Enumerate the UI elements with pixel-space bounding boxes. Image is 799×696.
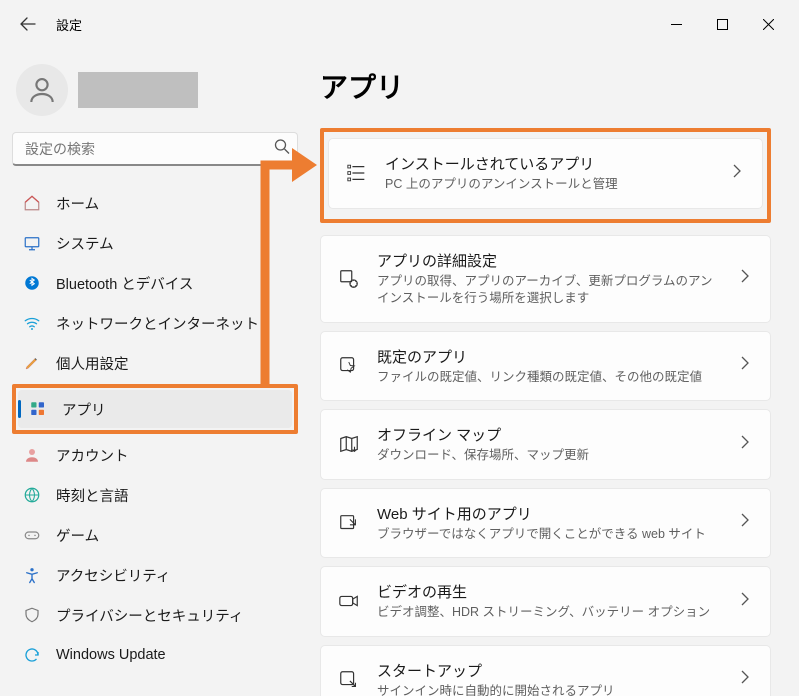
card-title: 既定のアプリ xyxy=(377,346,724,367)
list-icon xyxy=(345,161,369,185)
sidebar-item-label: ゲーム xyxy=(56,525,99,546)
sidebar-item-accessibility[interactable]: アクセシビリティ xyxy=(12,556,298,594)
paint-icon xyxy=(22,353,42,373)
search-input[interactable] xyxy=(12,132,298,166)
website-apps-icon xyxy=(337,511,361,535)
card-desc: サインイン時に自動的に開始されるアプリ xyxy=(377,683,724,696)
close-button[interactable] xyxy=(745,8,791,40)
sidebar-item-label: プライバシーとセキュリティ xyxy=(56,605,243,626)
card-apps-for-websites[interactable]: Web サイト用のアプリ ブラウザーではなくアプリで開くことができる web サ… xyxy=(320,488,771,559)
account-icon xyxy=(22,445,42,465)
sidebar-item-label: Bluetooth とデバイス xyxy=(56,273,193,294)
card-title: ビデオの再生 xyxy=(377,581,724,602)
card-title: スタートアップ xyxy=(377,660,724,681)
system-icon xyxy=(22,233,42,253)
window-title: 設定 xyxy=(56,15,82,34)
card-title: Web サイト用のアプリ xyxy=(377,503,724,524)
card-title: オフライン マップ xyxy=(377,424,724,445)
sidebar-item-label: アクセシビリティ xyxy=(56,565,170,586)
sidebar-item-label: 時刻と言語 xyxy=(56,485,129,506)
sidebar-item-apps[interactable]: アプリ xyxy=(18,390,292,428)
card-desc: ダウンロード、保存場所、マップ更新 xyxy=(377,447,724,465)
sidebar-item-label: ネットワークとインターネット xyxy=(56,313,259,334)
sidebar-item-accounts[interactable]: アカウント xyxy=(12,436,298,474)
titlebar: 設定 xyxy=(0,0,799,48)
window-controls xyxy=(653,8,791,40)
search-icon xyxy=(274,139,290,160)
chevron-right-icon xyxy=(740,269,754,288)
sidebar-item-gaming[interactable]: ゲーム xyxy=(12,516,298,554)
main-content: アプリ インストールされているアプリ PC 上のアプリのアンインストールと管理 … xyxy=(310,48,799,696)
sidebar-item-label: アプリ xyxy=(62,399,106,420)
video-icon xyxy=(337,589,361,613)
bluetooth-icon xyxy=(22,273,42,293)
card-advanced-app-settings[interactable]: アプリの詳細設定 アプリの取得、アプリのアーカイブ、更新プログラムのアンインスト… xyxy=(320,235,771,323)
sidebar-item-system[interactable]: システム xyxy=(12,224,298,262)
accessibility-icon xyxy=(22,565,42,585)
minimize-button[interactable] xyxy=(653,8,699,40)
chevron-right-icon xyxy=(740,356,754,375)
avatar xyxy=(16,64,68,116)
update-icon xyxy=(22,645,42,665)
nav-list: ホーム システム Bluetooth とデバイス ネットワークとインターネット … xyxy=(12,184,298,674)
map-icon xyxy=(337,432,361,456)
card-desc: ビデオ調整、HDR ストリーミング、バッテリー オプション xyxy=(377,604,724,622)
sidebar-item-label: Windows Update xyxy=(56,647,166,663)
chevron-right-icon xyxy=(740,435,754,454)
apps-icon xyxy=(28,399,48,419)
card-desc: PC 上のアプリのアンインストールと管理 xyxy=(385,176,716,194)
sidebar-item-home[interactable]: ホーム xyxy=(12,184,298,222)
user-block[interactable] xyxy=(12,56,298,132)
person-icon xyxy=(26,74,58,106)
sidebar-item-time-language[interactable]: 時刻と言語 xyxy=(12,476,298,514)
gamepad-icon xyxy=(22,525,42,545)
sidebar-item-label: アカウント xyxy=(56,445,129,466)
arrow-left-icon xyxy=(20,16,36,32)
card-video-playback[interactable]: ビデオの再生 ビデオ調整、HDR ストリーミング、バッテリー オプション xyxy=(320,566,771,637)
close-icon xyxy=(763,19,774,30)
card-default-apps[interactable]: 既定のアプリ ファイルの既定値、リンク種類の既定値、その他の既定値 xyxy=(320,331,771,402)
card-offline-maps[interactable]: オフライン マップ ダウンロード、保存場所、マップ更新 xyxy=(320,409,771,480)
startup-icon xyxy=(337,668,361,692)
globe-icon xyxy=(22,485,42,505)
chevron-right-icon xyxy=(732,164,746,183)
sidebar-item-label: 個人用設定 xyxy=(56,353,129,374)
minimize-icon xyxy=(671,19,682,30)
maximize-icon xyxy=(717,19,728,30)
user-name-redacted xyxy=(78,72,198,108)
sidebar-item-label: ホーム xyxy=(56,193,99,214)
sidebar-item-privacy[interactable]: プライバシーとセキュリティ xyxy=(12,596,298,634)
default-apps-icon xyxy=(337,354,361,378)
card-title: インストールされているアプリ xyxy=(385,153,716,174)
card-installed-apps[interactable]: インストールされているアプリ PC 上のアプリのアンインストールと管理 xyxy=(328,138,763,209)
highlight-sidebar-apps: アプリ xyxy=(12,384,298,434)
sidebar: ホーム システム Bluetooth とデバイス ネットワークとインターネット … xyxy=(0,48,310,696)
chevron-right-icon xyxy=(740,513,754,532)
settings-apps-icon xyxy=(337,267,361,291)
sidebar-item-bluetooth[interactable]: Bluetooth とデバイス xyxy=(12,264,298,302)
chevron-right-icon xyxy=(740,670,754,689)
home-icon xyxy=(22,193,42,213)
highlight-installed-apps: インストールされているアプリ PC 上のアプリのアンインストールと管理 xyxy=(320,128,771,223)
sidebar-item-network[interactable]: ネットワークとインターネット xyxy=(12,304,298,342)
sidebar-item-windows-update[interactable]: Windows Update xyxy=(12,636,298,674)
search-box[interactable] xyxy=(12,132,298,166)
chevron-right-icon xyxy=(740,592,754,611)
back-button[interactable] xyxy=(8,4,48,44)
card-title: アプリの詳細設定 xyxy=(377,250,724,271)
maximize-button[interactable] xyxy=(699,8,745,40)
card-startup[interactable]: スタートアップ サインイン時に自動的に開始されるアプリ xyxy=(320,645,771,696)
card-desc: ブラウザーではなくアプリで開くことができる web サイト xyxy=(377,526,724,544)
page-title: アプリ xyxy=(320,66,771,106)
wifi-icon xyxy=(22,313,42,333)
shield-icon xyxy=(22,605,42,625)
card-desc: アプリの取得、アプリのアーカイブ、更新プログラムのアンインストールを行う場所を選… xyxy=(377,273,724,308)
card-desc: ファイルの既定値、リンク種類の既定値、その他の既定値 xyxy=(377,369,724,387)
sidebar-item-personalization[interactable]: 個人用設定 xyxy=(12,344,298,382)
sidebar-item-label: システム xyxy=(56,233,114,254)
